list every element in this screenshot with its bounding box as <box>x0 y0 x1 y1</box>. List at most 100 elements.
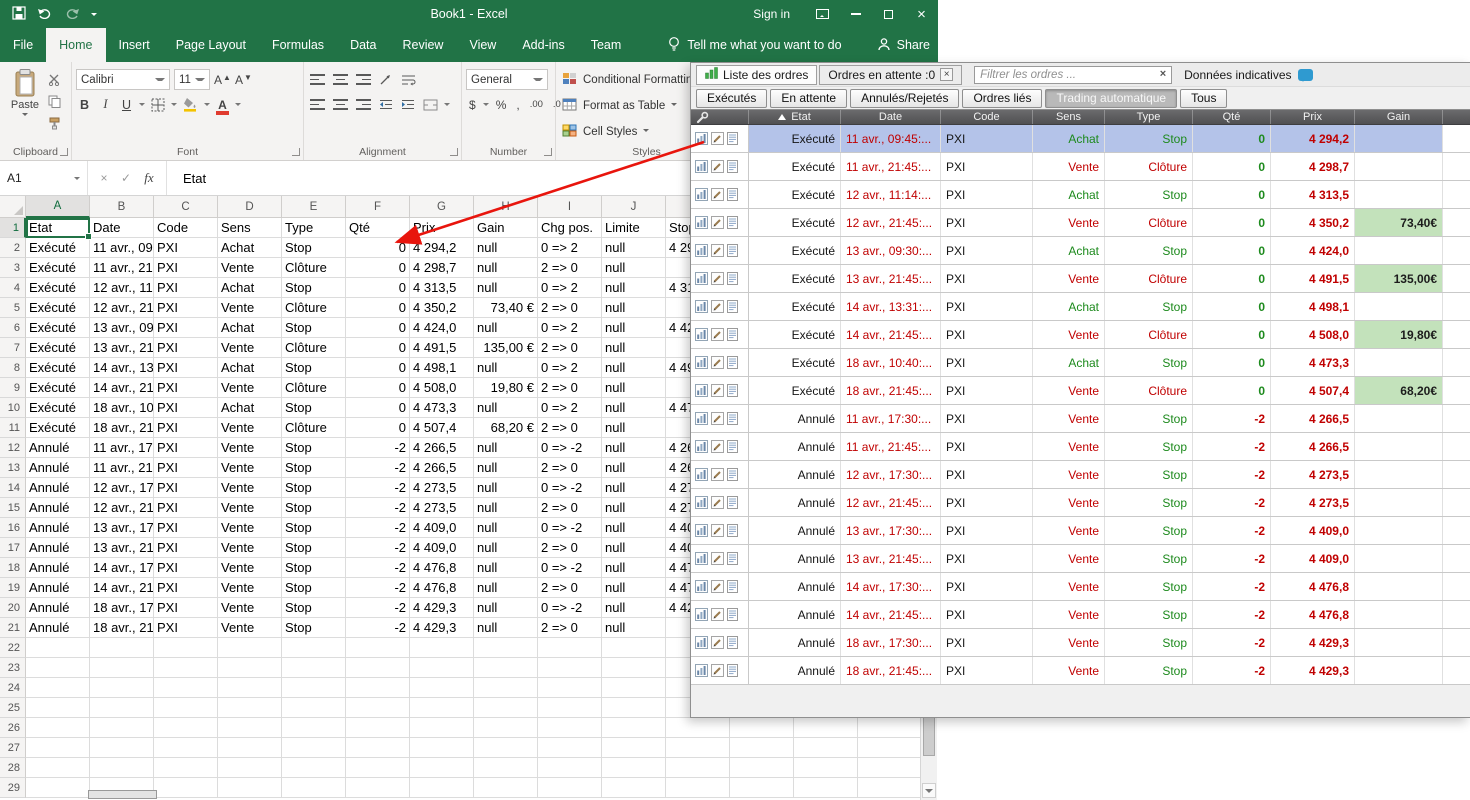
cell-E7[interactable]: Clôture <box>282 338 346 358</box>
edit-icon[interactable] <box>711 132 724 145</box>
order-gain[interactable] <box>1355 433 1443 460</box>
cell-I4[interactable]: 0 => 2 <box>538 278 602 298</box>
cell-F7[interactable]: 0 <box>346 338 410 358</box>
order-etat[interactable]: Annulé <box>749 545 841 572</box>
order-etat[interactable]: Exécuté <box>749 181 841 208</box>
insert-function-icon[interactable]: fx <box>138 170 160 186</box>
cell-A19[interactable]: Annulé <box>26 578 90 598</box>
share-button[interactable]: Share <box>877 28 930 62</box>
tab-file[interactable]: File <box>0 28 46 62</box>
chart-icon[interactable] <box>695 440 708 453</box>
align-middle-icon[interactable] <box>331 70 350 90</box>
order-row-15[interactable]: Annulé 13 avr., 17:30:... PXI Vente Stop -2 4 … <box>691 517 1470 545</box>
row-header-13[interactable]: 13 <box>0 458 26 478</box>
cell-I17[interactable]: 2 => 0 <box>538 538 602 558</box>
order-etat[interactable]: Exécuté <box>749 349 841 376</box>
cell-B5[interactable]: 12 avr., 21 <box>90 298 154 318</box>
cell-F9[interactable]: 0 <box>346 378 410 398</box>
cell-E4[interactable]: Stop <box>282 278 346 298</box>
order-date[interactable]: 18 avr., 10:40:... <box>841 349 941 376</box>
cell-I19[interactable]: 2 => 0 <box>538 578 602 598</box>
cell-E5[interactable]: Clôture <box>282 298 346 318</box>
document-icon[interactable] <box>727 272 738 285</box>
orders-column-header-type[interactable]: Type <box>1105 110 1193 124</box>
order-type[interactable]: Clôture <box>1105 321 1193 348</box>
column-header-G[interactable]: G <box>410 196 474 218</box>
cell-J17[interactable]: null <box>602 538 666 558</box>
cell-M29[interactable] <box>794 778 858 798</box>
cell-J15[interactable]: null <box>602 498 666 518</box>
cell-H19[interactable]: null <box>474 578 538 598</box>
order-type[interactable]: Stop <box>1105 573 1193 600</box>
cell-H26[interactable] <box>474 718 538 738</box>
cell-E21[interactable]: Stop <box>282 618 346 638</box>
cell-H17[interactable]: null <box>474 538 538 558</box>
row-header-10[interactable]: 10 <box>0 398 26 418</box>
cell-D9[interactable]: Vente <box>218 378 282 398</box>
cell-A1[interactable]: Etat <box>26 218 92 240</box>
align-bottom-icon[interactable] <box>354 70 373 90</box>
cell-H18[interactable]: null <box>474 558 538 578</box>
cell-A22[interactable] <box>26 638 90 658</box>
chart-icon[interactable] <box>695 580 708 593</box>
order-sens[interactable]: Vente <box>1033 573 1105 600</box>
alignment-dialog-launcher-icon[interactable] <box>450 148 458 156</box>
cell-A10[interactable]: Exécuté <box>26 398 90 418</box>
increase-font-icon[interactable]: A ▲ <box>214 73 231 87</box>
cell-E15[interactable]: Stop <box>282 498 346 518</box>
scroll-down-icon[interactable] <box>922 783 936 798</box>
cell-G21[interactable]: 4 429,3 <box>410 618 474 638</box>
order-type[interactable]: Stop <box>1105 125 1193 152</box>
order-qte[interactable]: -2 <box>1193 517 1271 544</box>
paste-button[interactable]: Paste <box>4 67 46 144</box>
cell-B26[interactable] <box>90 718 154 738</box>
order-etat[interactable]: Exécuté <box>749 153 841 180</box>
cell-I22[interactable] <box>538 638 602 658</box>
cell-H29[interactable] <box>474 778 538 798</box>
order-row-16[interactable]: Annulé 13 avr., 21:45:... PXI Vente Stop -2 4 … <box>691 545 1470 573</box>
order-qte[interactable]: 0 <box>1193 181 1271 208</box>
filter-button-tous[interactable]: Tous <box>1180 88 1228 108</box>
chart-icon[interactable] <box>695 244 708 257</box>
cell-J26[interactable] <box>602 718 666 738</box>
cell-C20[interactable]: PXI <box>154 598 218 618</box>
cell-I8[interactable]: 0 => 2 <box>538 358 602 378</box>
save-icon[interactable] <box>12 5 26 23</box>
cell-D27[interactable] <box>218 738 282 758</box>
column-header-A[interactable]: A <box>26 196 90 218</box>
order-row-8[interactable]: Exécuté 14 avr., 21:45:... PXI Vente Clôture… <box>691 321 1470 349</box>
cell-A21[interactable]: Annulé <box>26 618 90 638</box>
cell-F13[interactable]: -2 <box>346 458 410 478</box>
document-icon[interactable] <box>727 496 738 509</box>
order-etat[interactable]: Annulé <box>749 461 841 488</box>
cell-B16[interactable]: 13 avr., 17 <box>90 518 154 538</box>
cell-C28[interactable] <box>154 758 218 778</box>
edit-icon[interactable] <box>711 440 724 453</box>
order-qte[interactable]: 0 <box>1193 237 1271 264</box>
cell-B23[interactable] <box>90 658 154 678</box>
row-header-26[interactable]: 26 <box>0 718 26 738</box>
order-code[interactable]: PXI <box>941 629 1033 656</box>
cell-E27[interactable] <box>282 738 346 758</box>
order-gain[interactable] <box>1355 181 1443 208</box>
edit-icon[interactable] <box>711 216 724 229</box>
order-qte[interactable]: 0 <box>1193 125 1271 152</box>
cell-E2[interactable]: Stop <box>282 238 346 258</box>
cell-G4[interactable]: 4 313,5 <box>410 278 474 298</box>
order-date[interactable]: 13 avr., 21:45:... <box>841 265 941 292</box>
column-header-I[interactable]: I <box>538 196 602 218</box>
cell-H4[interactable]: null <box>474 278 538 298</box>
cell-C3[interactable]: PXI <box>154 258 218 278</box>
cell-E14[interactable]: Stop <box>282 478 346 498</box>
cell-H20[interactable]: null <box>474 598 538 618</box>
borders-icon[interactable] <box>149 95 167 115</box>
cell-L29[interactable] <box>730 778 794 798</box>
cut-icon[interactable] <box>48 73 61 91</box>
cell-E23[interactable] <box>282 658 346 678</box>
cell-E13[interactable]: Stop <box>282 458 346 478</box>
edit-icon[interactable] <box>711 664 724 677</box>
cell-J2[interactable]: null <box>602 238 666 258</box>
column-header-E[interactable]: E <box>282 196 346 218</box>
cell-F18[interactable]: -2 <box>346 558 410 578</box>
cell-D5[interactable]: Vente <box>218 298 282 318</box>
